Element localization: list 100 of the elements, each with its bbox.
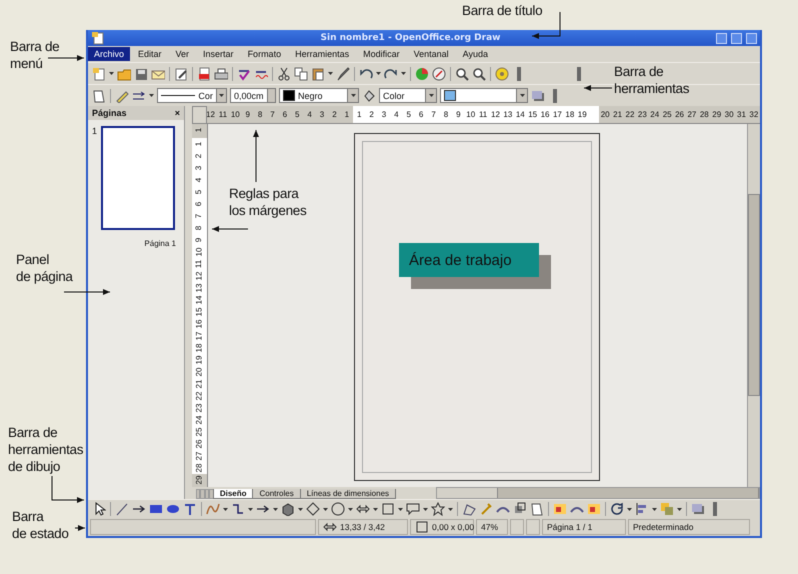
menu-item[interactable]: Formato bbox=[242, 47, 288, 61]
menu-item[interactable]: Insertar bbox=[197, 47, 240, 61]
horizontal-scrollbar[interactable] bbox=[436, 487, 760, 499]
color-swatch bbox=[283, 90, 295, 101]
zoom-icon[interactable] bbox=[455, 66, 469, 80]
printer-icon[interactable] bbox=[214, 66, 228, 80]
maximize-button[interactable] bbox=[731, 32, 742, 44]
ruler-number: 18 bbox=[564, 110, 576, 119]
redo-icon[interactable] bbox=[384, 66, 398, 80]
caret-icon[interactable] bbox=[273, 508, 278, 510]
flowchart-icon[interactable] bbox=[415, 520, 429, 534]
text-shape[interactable]: Área de trabajo bbox=[399, 243, 539, 277]
ruler-number: 14 bbox=[194, 296, 204, 304]
help-icon[interactable] bbox=[495, 66, 509, 80]
fill-color-dropdown[interactable] bbox=[440, 88, 528, 103]
rectangle-icon[interactable] bbox=[149, 502, 163, 516]
menu-item[interactable]: Editar bbox=[132, 47, 168, 61]
pencil-page-icon[interactable] bbox=[174, 66, 188, 80]
caret-icon[interactable] bbox=[652, 508, 657, 510]
caret-icon[interactable] bbox=[248, 508, 253, 510]
menu-item[interactable]: Ver bbox=[170, 47, 196, 61]
menu-item[interactable]: Ventanal bbox=[408, 47, 455, 61]
line-icon[interactable] bbox=[115, 502, 129, 516]
double-arrow-icon[interactable] bbox=[356, 502, 370, 516]
ruler-number: 10 bbox=[230, 110, 241, 119]
caret-icon[interactable] bbox=[376, 72, 381, 75]
rotate-icon[interactable] bbox=[610, 502, 624, 516]
gallery-icon[interactable] bbox=[553, 502, 567, 516]
caret-icon[interactable] bbox=[398, 508, 403, 510]
clipboard-icon[interactable] bbox=[311, 66, 325, 80]
area-style-dropdown[interactable]: Color bbox=[379, 88, 437, 103]
brush-icon[interactable] bbox=[336, 66, 350, 80]
caret-icon[interactable] bbox=[350, 94, 356, 97]
gallery-icon[interactable] bbox=[587, 502, 601, 516]
caret-icon[interactable] bbox=[423, 508, 428, 510]
undo-icon[interactable] bbox=[359, 66, 373, 80]
double-arrow-icon[interactable] bbox=[323, 520, 337, 534]
caret-icon[interactable] bbox=[223, 508, 228, 510]
floppy-icon[interactable] bbox=[134, 66, 148, 80]
pdf-icon[interactable] bbox=[197, 66, 211, 80]
ellipse-icon[interactable] bbox=[166, 502, 180, 516]
layer-tab[interactable]: Diseño bbox=[212, 489, 254, 499]
menu-item[interactable]: Ayuda bbox=[456, 47, 494, 61]
ruler-number: 5 bbox=[294, 110, 300, 119]
arrow-ends-icon[interactable] bbox=[132, 88, 146, 102]
shadow-icon[interactable] bbox=[691, 502, 705, 516]
page-thumbnail[interactable] bbox=[101, 126, 176, 230]
shadow-icon[interactable] bbox=[531, 88, 545, 102]
caret-icon[interactable] bbox=[298, 508, 303, 510]
ruler-number: 12 bbox=[194, 272, 204, 280]
scissors-icon[interactable] bbox=[277, 66, 291, 80]
new-document-icon[interactable] bbox=[91, 31, 105, 45]
line-width-field[interactable]: 0,00cm bbox=[230, 88, 276, 103]
ruler-number: 13 bbox=[502, 110, 514, 119]
line-style-dropdown[interactable]: Cor bbox=[157, 88, 227, 103]
new-document-icon[interactable] bbox=[92, 66, 106, 80]
caret-icon[interactable] bbox=[328, 72, 333, 75]
fill-bucket-icon[interactable] bbox=[362, 88, 376, 102]
caret-icon[interactable] bbox=[627, 508, 632, 510]
caret-icon[interactable] bbox=[109, 72, 114, 75]
caret-icon[interactable] bbox=[348, 508, 353, 510]
menu-item[interactable]: Modificar bbox=[357, 47, 406, 61]
line-style-icon[interactable] bbox=[115, 88, 129, 102]
close-button[interactable]: × bbox=[174, 108, 180, 118]
annotation-label: Barra de estado bbox=[12, 508, 69, 542]
close-button[interactable] bbox=[746, 32, 757, 44]
caret-icon[interactable] bbox=[218, 94, 224, 97]
minimize-button[interactable] bbox=[716, 32, 727, 44]
caret-icon[interactable] bbox=[373, 508, 378, 510]
ruler-number: 4 bbox=[393, 110, 400, 119]
cube-icon[interactable] bbox=[281, 502, 295, 516]
layer-tab[interactable]: Líneas de dimensiones bbox=[300, 489, 396, 499]
page-label: Página 1 bbox=[144, 239, 176, 248]
align-icon[interactable] bbox=[635, 502, 649, 516]
vertical-scrollbar[interactable] bbox=[747, 124, 760, 487]
layer-tab[interactable]: Controles bbox=[252, 489, 301, 499]
caret-icon[interactable] bbox=[323, 508, 328, 510]
zoom-icon[interactable] bbox=[472, 66, 486, 80]
menu-item[interactable]: Archivo bbox=[88, 47, 130, 61]
ruler-number: 28 bbox=[194, 464, 204, 472]
text-tool-icon[interactable] bbox=[183, 502, 197, 516]
extrusion-icon[interactable] bbox=[513, 502, 527, 516]
caret-icon[interactable] bbox=[428, 94, 434, 97]
ruler-number: 6 bbox=[282, 110, 288, 119]
pie-chart-icon[interactable] bbox=[415, 66, 429, 80]
callout-icon[interactable] bbox=[406, 502, 420, 516]
connector-icon[interactable] bbox=[231, 502, 245, 516]
caret-icon[interactable] bbox=[520, 94, 524, 97]
flowchart-icon[interactable] bbox=[381, 502, 395, 516]
annotation-label: Barra de herramientas bbox=[614, 63, 690, 97]
diamond-icon[interactable] bbox=[306, 502, 320, 516]
caret-icon[interactable] bbox=[448, 508, 453, 510]
caret-icon[interactable] bbox=[401, 72, 406, 75]
navigator-icon[interactable] bbox=[432, 66, 446, 80]
caret-icon[interactable] bbox=[149, 94, 154, 97]
copy-icon[interactable] bbox=[294, 66, 308, 80]
caret-icon[interactable] bbox=[677, 508, 682, 510]
star-icon[interactable] bbox=[431, 502, 445, 516]
menu-item[interactable]: Herramientas bbox=[289, 47, 356, 61]
line-color-dropdown[interactable]: Negro bbox=[279, 88, 359, 103]
